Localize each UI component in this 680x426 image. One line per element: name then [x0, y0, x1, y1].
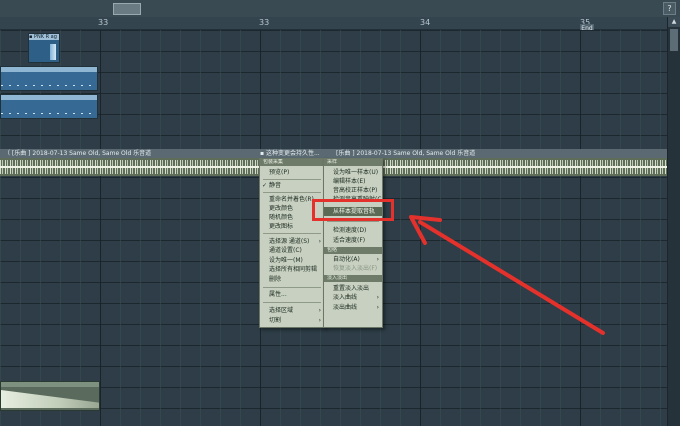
- menu-item-fade-in-curve[interactable]: 淡入曲线 ›: [324, 293, 382, 302]
- window-menu-button[interactable]: ?: [663, 2, 676, 15]
- clip-title-middle: ▪ 这种变更会持久性...: [260, 150, 320, 157]
- menu-item-change-icon[interactable]: 更改图标: [260, 222, 324, 231]
- bar-number: 33: [98, 18, 109, 27]
- check-icon: ✓: [262, 182, 268, 189]
- clip-caption: ▪ PNK R ag: [29, 34, 59, 40]
- toolbar: ?: [0, 0, 680, 18]
- clip-waveform: [50, 44, 56, 60]
- menu-item-preview[interactable]: 预览(P): [260, 168, 324, 177]
- menu-item-channel-settings[interactable]: 通道设置(C): [260, 246, 324, 255]
- menu-item-cut[interactable]: 切割 ›: [260, 316, 324, 325]
- vertical-scrollbar[interactable]: ▲: [667, 17, 680, 426]
- pattern-preview[interactable]: [113, 3, 141, 15]
- menu-item-detect-tempo[interactable]: 检测速度(D): [324, 226, 382, 235]
- chevron-right-icon: ›: [318, 317, 321, 324]
- scroll-up-icon[interactable]: ▲: [668, 17, 680, 27]
- menu-item-select-same[interactable]: 选择所有相同剪辑: [260, 265, 324, 274]
- clip-submenu: 采样 设为唯一样本(U) 编辑样本(E) 音高校正样本(P) 检测音高重映射(C…: [323, 158, 383, 328]
- menu-item-delete[interactable]: 删除: [260, 275, 324, 284]
- audio-clip-1[interactable]: [0, 66, 98, 91]
- chevron-right-icon: ›: [318, 238, 321, 245]
- menu-item-restore-fades: 恢复淡入淡出(F): [333, 265, 378, 272]
- clip-title-left: （ [乐曲 ] 2018-07-13 Same Old, Same Old 乐音…: [4, 150, 152, 157]
- menu-item-fade-out-curve[interactable]: 淡出曲线 ›: [324, 303, 382, 312]
- menu-item-properties[interactable]: 属性...: [260, 290, 324, 299]
- audio-clip-2[interactable]: [0, 94, 98, 119]
- annotation-highlight-box: [312, 199, 394, 221]
- menu-item-mute[interactable]: ✓ 静音: [260, 181, 324, 190]
- bar-number: 34: [420, 18, 431, 27]
- menu-item-make-unique-sample[interactable]: 设为唯一样本(U): [324, 168, 382, 177]
- chevron-right-icon: ›: [376, 294, 379, 301]
- audio-clip-bottom[interactable]: [0, 381, 100, 411]
- menu-section-header: 包装采集: [260, 159, 324, 166]
- menu-item-pitch-correct[interactable]: 音高校正样本(P): [324, 186, 382, 195]
- chevron-right-icon: ›: [318, 307, 321, 314]
- menu-item-fit-tempo[interactable]: 适合速度(F): [324, 236, 382, 245]
- submenu-section-fades: 淡入淡出: [324, 275, 382, 282]
- menu-item-select-region[interactable]: 选择区域 ›: [260, 306, 324, 315]
- menu-item-select-source[interactable]: 选择源 通道(S) ›: [260, 237, 324, 246]
- timeline-ruler[interactable]: 33 33 34 35: [0, 17, 668, 30]
- submenu-section-sample: 采样: [324, 159, 382, 166]
- menu-item-automation[interactable]: 自动化(A) ›: [324, 255, 382, 264]
- clip-title-right: [乐曲 ] 2018-07-13 Same Old, Same Old 乐音道: [336, 150, 476, 157]
- menu-item-reset-fades[interactable]: 重置淡入淡出: [324, 284, 382, 293]
- menu-item-make-unique[interactable]: 设为唯一(M): [260, 256, 324, 265]
- track-clip-header[interactable]: （ [乐曲 ] 2018-07-13 Same Old, Same Old 乐音…: [0, 149, 668, 158]
- scrollbar-thumb[interactable]: [670, 29, 678, 51]
- bar-number: 33: [259, 18, 270, 27]
- chevron-right-icon: ›: [376, 304, 379, 311]
- clip-context-menu: 包装采集 预览(P) ✓ 静音 重命名并着色(R) 更改颜色 随机颜色 更改图标 …: [259, 158, 325, 328]
- pattern-clip[interactable]: ▪ PNK R ag: [28, 33, 60, 63]
- submenu-section-envelope: 包络: [324, 247, 382, 254]
- menu-item-edit-sample[interactable]: 编辑样本(E): [324, 177, 382, 186]
- chevron-right-icon: ›: [376, 256, 379, 263]
